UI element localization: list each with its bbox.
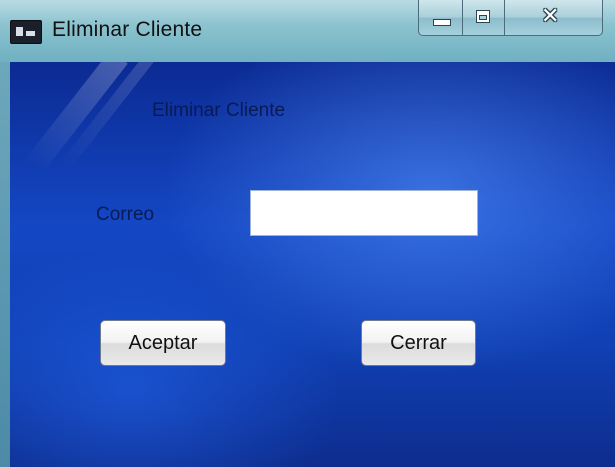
close-button[interactable]: Cerrar xyxy=(361,320,476,366)
close-icon: ✕ xyxy=(541,4,560,29)
minimize-button[interactable] xyxy=(418,0,463,36)
maximize-button[interactable] xyxy=(463,0,505,36)
java-app-icon[interactable] xyxy=(10,20,42,44)
title-bar[interactable]: Eliminar Cliente ✕ xyxy=(0,0,615,62)
accept-button[interactable]: Aceptar xyxy=(100,320,226,366)
close-window-button[interactable]: ✕ xyxy=(505,0,603,36)
form-panel: Eliminar Cliente Correo Aceptar Cerrar xyxy=(10,62,615,467)
window-title: Eliminar Cliente xyxy=(52,18,203,41)
email-label: Correo xyxy=(96,204,155,225)
email-field[interactable] xyxy=(250,190,478,236)
app-window: Eliminar Cliente ✕ Eliminar Cliente Corr… xyxy=(0,0,615,467)
minimize-icon xyxy=(433,19,451,26)
window-controls: ✕ xyxy=(418,0,603,36)
form-heading: Eliminar Cliente xyxy=(152,100,286,121)
maximize-icon xyxy=(476,10,490,23)
